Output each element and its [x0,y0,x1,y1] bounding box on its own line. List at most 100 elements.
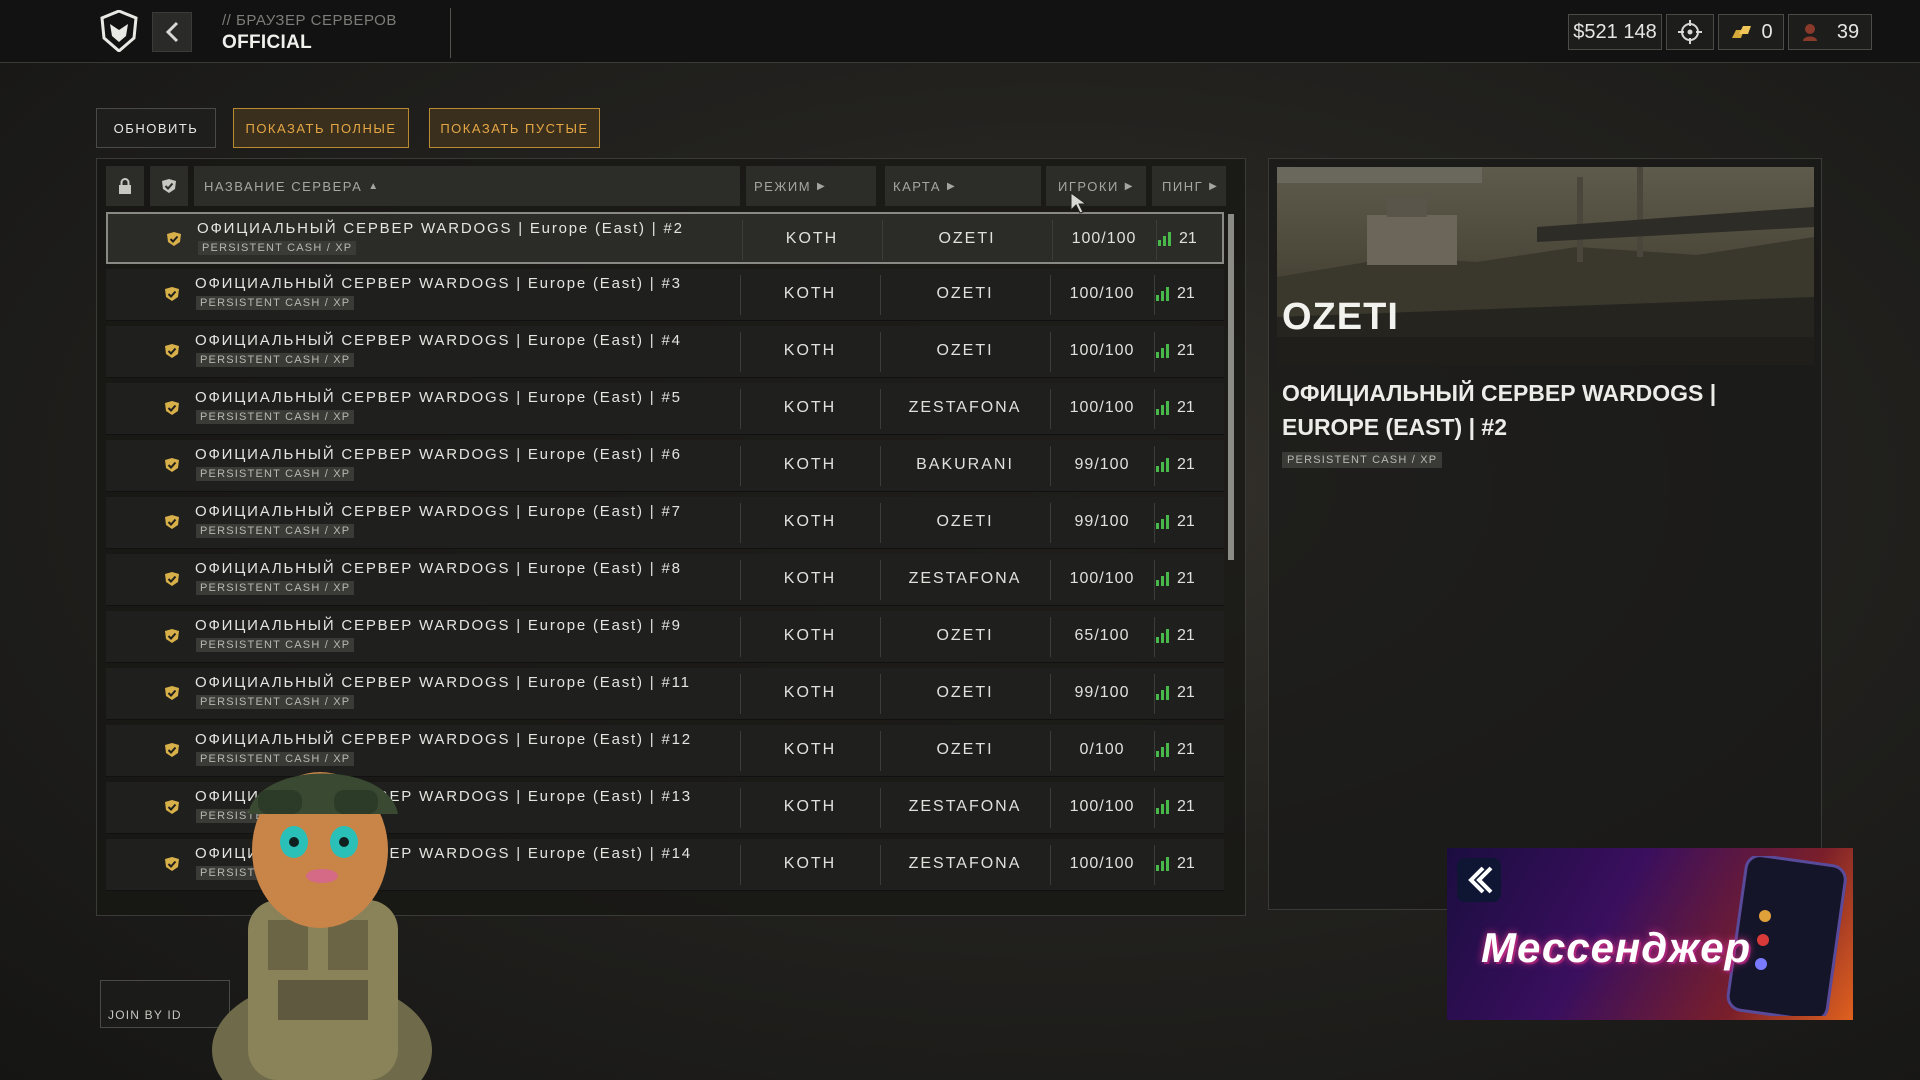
server-players: 100/100 [1069,342,1135,359]
money-value: $521 148 [1573,20,1657,43]
server-row[interactable]: ОФИЦИАЛЬНЫЙ СЕРВЕР WARDOGS | Europe (Eas… [106,554,1224,606]
server-name: ОФИЦИАЛЬНЫЙ СЕРВЕР WARDOGS | Europe (Eas… [195,674,691,691]
ping-bars-icon [1156,857,1169,871]
ping-value: 21 [1177,627,1195,644]
show-empty-button[interactable]: ПОКАЗАТЬ ПУСТЫЕ [429,108,600,148]
server-mode: KOTH [783,399,837,416]
show-full-button[interactable]: ПОКАЗАТЬ ПОЛНЫЕ [233,108,409,148]
server-ping: 21 [1158,214,1224,264]
official-filter-header[interactable] [150,166,188,206]
server-mode: KOTH [783,342,837,359]
server-map: OZETI [936,342,994,359]
column-divider [1050,674,1051,714]
server-map: OZETI [936,513,994,530]
server-players: 100/100 [1069,798,1135,815]
server-tag: PERSISTENT CASH / XP [196,638,355,652]
server-map: ZESTAFONA [908,399,1022,416]
column-divider [1050,560,1051,600]
server-list-scrollbar[interactable] [1228,214,1234,560]
column-divider [880,731,881,771]
official-check-icon [165,686,179,700]
rank-badge-icon [1802,24,1817,41]
column-divider [880,332,881,372]
server-ping: 21 [1156,725,1222,775]
server-players: 100/100 [1069,570,1135,587]
column-divider [1154,503,1155,543]
official-check-icon [165,401,179,415]
server-map: OZETI [936,285,994,302]
server-row[interactable]: ОФИЦИАЛЬНЫЙ СЕРВЕР WARDOGS | Europe (Eas… [106,326,1224,378]
streamer-avatar-overlay [212,772,432,1080]
ping-bars-icon [1156,401,1169,415]
server-ping: 21 [1156,782,1222,832]
ping-value: 21 [1177,684,1195,701]
column-header-players[interactable]: ИГРОКИ ▶ [1046,166,1146,206]
server-row[interactable]: ОФИЦИАЛЬНЫЙ СЕРВЕР WARDOGS | Europe (Eas… [106,497,1224,549]
ping-value: 21 [1177,342,1195,359]
sort-arrow-icon: ▶ [1124,180,1134,192]
server-ping: 21 [1156,440,1222,490]
page-title: OFFICIAL [222,32,312,53]
settings-button[interactable] [1666,14,1714,50]
server-name: ОФИЦИАЛЬНЫЙ СЕРВЕР WARDOGS | Europe (Eas… [195,503,682,520]
server-map: ZESTAFONA [908,798,1022,815]
column-header-name[interactable]: НАЗВАНИЕ СЕРВЕРА ▲ [194,166,740,206]
server-row[interactable]: ОФИЦИАЛЬНЫЙ СЕРВЕР WARDOGS | Europe (Eas… [106,383,1224,435]
money-display[interactable]: $521 148 [1568,14,1662,50]
server-tag: PERSISTENT CASH / XP [196,581,355,595]
column-divider [1154,332,1155,372]
server-mode: KOTH [783,513,837,530]
server-mode: KOTH [783,741,837,758]
server-row[interactable]: ОФИЦИАЛЬНЫЙ СЕРВЕР WARDOGS | Europe (Eas… [106,668,1224,720]
column-divider [1154,560,1155,600]
column-divider [1154,275,1155,315]
official-check-icon [167,232,181,246]
server-map: ZESTAFONA [908,570,1022,587]
refresh-button[interactable]: ОБНОВИТЬ [96,108,216,148]
ad-headline: Мессенджер [1481,924,1752,971]
mouse-cursor-icon [1070,192,1088,214]
column-divider [880,845,881,885]
column-header-ping[interactable]: ПИНГ ▶ [1152,166,1226,206]
sort-arrow-icon: ▶ [1209,180,1219,192]
column-header-name-label: НАЗВАНИЕ СЕРВЕРА [204,178,363,194]
server-row[interactable]: ОФИЦИАЛЬНЫЙ СЕРВЕР WARDOGS | Europe (Eas… [106,611,1224,663]
column-divider [880,560,881,600]
server-mode: KOTH [783,855,837,872]
official-check-icon [165,572,179,586]
official-check-icon [165,629,179,643]
column-divider [1154,788,1155,828]
server-ping: 21 [1156,269,1222,319]
player-level-display[interactable]: 39 [1788,14,1872,50]
column-header-mode[interactable]: РЕЖИМ ▶ [746,166,876,206]
lock-icon [119,178,131,194]
gold-currency-display[interactable]: 0 [1718,14,1784,50]
ping-bars-icon [1156,344,1169,358]
ping-value: 21 [1179,230,1197,247]
gold-currency-value: 0 [1761,20,1773,43]
server-players: 100/100 [1071,230,1137,247]
crosshair-icon [1678,20,1702,44]
server-row[interactable]: ОФИЦИАЛЬНЫЙ СЕРВЕР WARDOGS | Europe (Eas… [106,212,1224,264]
server-ping: 21 [1156,383,1222,433]
column-divider [1154,731,1155,771]
column-header-map[interactable]: КАРТА ▶ [885,166,1041,206]
sort-arrow-icon: ▶ [947,180,957,192]
server-row[interactable]: ОФИЦИАЛЬНЫЙ СЕРВЕР WARDOGS | Europe (Eas… [106,440,1224,492]
messenger-ad-overlay[interactable]: Мессенджер [1447,848,1853,1020]
sort-arrow-icon: ▶ [817,180,827,192]
ping-value: 21 [1177,399,1195,416]
back-button[interactable] [152,12,192,52]
server-tag: PERSISTENT CASH / XP [196,353,355,367]
server-row[interactable]: ОФИЦИАЛЬНЫЙ СЕРВЕР WARDOGS | Europe (Eas… [106,269,1224,321]
ping-bars-icon [1156,686,1169,700]
server-name: ОФИЦИАЛЬНЫЙ СЕРВЕР WARDOGS | Europe (Eas… [195,731,692,748]
server-map: OZETI [938,230,996,247]
server-players: 100/100 [1069,399,1135,416]
column-divider [740,845,741,885]
server-ping: 21 [1156,839,1222,889]
column-divider [882,220,883,260]
server-name: ОФИЦИАЛЬНЫЙ СЕРВЕР WARDOGS | Europe (Eas… [195,332,682,349]
lock-filter-header[interactable] [106,166,144,206]
server-name: ОФИЦИАЛЬНЫЙ СЕРВЕР WARDOGS | Europe (Eas… [195,389,682,406]
